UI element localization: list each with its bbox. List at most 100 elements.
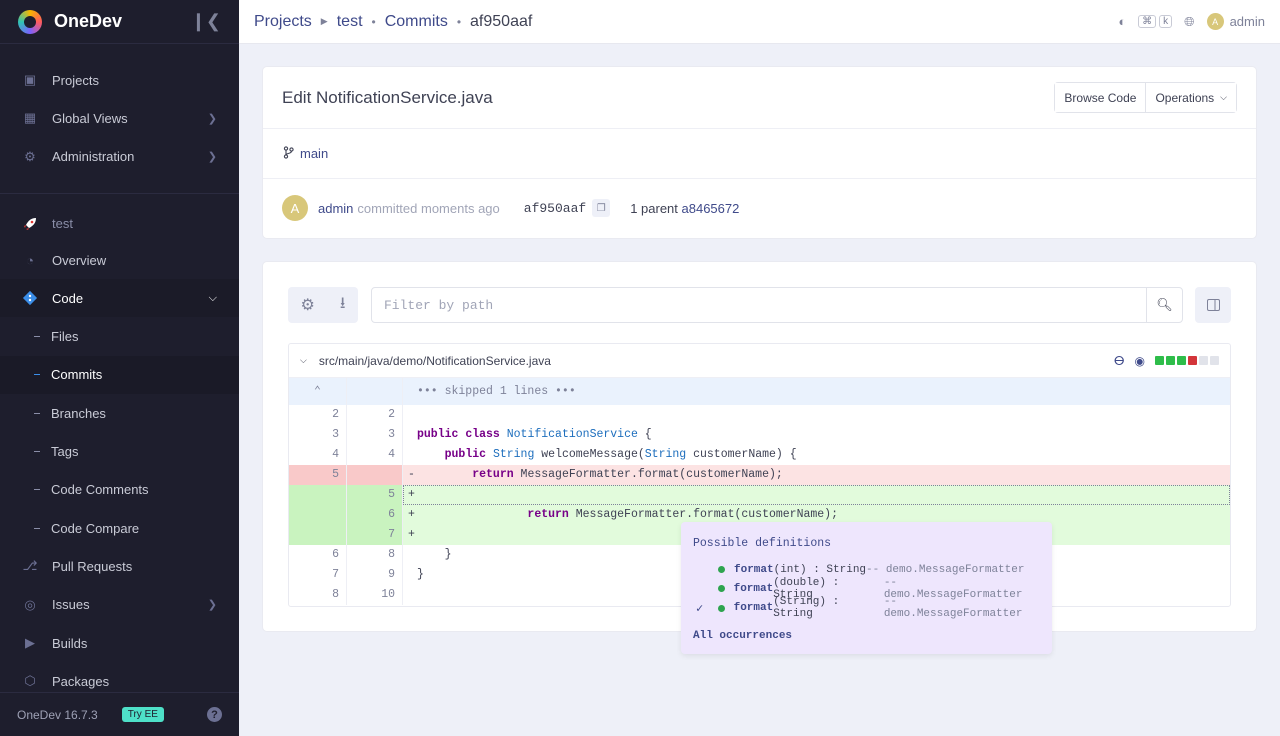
new-line-number: 10 bbox=[346, 585, 403, 605]
author-name[interactable]: admin bbox=[318, 201, 353, 216]
commit-icon[interactable]: ⴱ bbox=[1114, 354, 1125, 368]
project-header[interactable]: test bbox=[0, 207, 239, 241]
commit-meta: A admin committed moments ago af950aaf ❐… bbox=[263, 179, 1256, 237]
diff-toolbar: ⚙ ⭳ 🔍︎ bbox=[288, 287, 1231, 323]
definition-name: format bbox=[734, 563, 774, 576]
sidebar: OneDev ❙❮ ▣ Projects ▦ Global Views ❯ ⚙ … bbox=[0, 0, 239, 736]
sidebar-item-overview[interactable]: ◔ Overview bbox=[0, 241, 239, 279]
line-number-blank bbox=[346, 378, 403, 405]
sidebar-item-issues[interactable]: ◎ Issues ❯ bbox=[0, 586, 239, 624]
grid-icon: ▦ bbox=[23, 110, 37, 126]
sidebar-item-pull-requests[interactable]: ⎇ Pull Requests bbox=[0, 547, 239, 585]
download-icon[interactable]: ⭳ bbox=[340, 292, 346, 319]
new-line-number bbox=[346, 465, 403, 485]
sidebar-item-administration[interactable]: ⚙ Administration ❯ bbox=[0, 138, 239, 176]
project-nav: ◔ Overview Code ⌵ Files Commits Branches… bbox=[0, 241, 239, 701]
new-line-number: 8 bbox=[346, 545, 403, 565]
sidebar-item-label: Branches bbox=[51, 405, 106, 421]
old-line-number bbox=[289, 485, 346, 505]
sidebar-item-branches[interactable]: Branches bbox=[0, 394, 239, 432]
sidebar-item-code[interactable]: Code ⌵ bbox=[0, 279, 239, 318]
help-icon[interactable]: ? bbox=[207, 707, 222, 722]
added-line[interactable]: 5 + bbox=[289, 485, 1230, 505]
gear-icon[interactable]: ⚙ bbox=[301, 295, 315, 315]
gauge-icon: ◔ bbox=[26, 252, 34, 268]
operations-button[interactable]: Operations ⌵ bbox=[1145, 83, 1236, 112]
search-icon[interactable]: 🔍︎ bbox=[1146, 288, 1182, 322]
sidebar-item-label: Code Compare bbox=[51, 520, 140, 536]
context-line[interactable]: 3 3 public class NotificationService { bbox=[289, 425, 1230, 445]
sidebar-item-label: Overview bbox=[52, 252, 107, 268]
browse-code-button[interactable]: Browse Code bbox=[1055, 83, 1146, 112]
parent-label: 1 parent bbox=[630, 200, 678, 216]
author-avatar[interactable]: A bbox=[282, 195, 308, 221]
definition-item[interactable]: ✓ format (String) : String -- demo.Message… bbox=[693, 596, 1040, 621]
skipped-lines-label: ••• skipped 1 lines ••• bbox=[417, 385, 576, 398]
sidebar-item-label: Administration bbox=[52, 149, 135, 165]
file-diff-header: ⌵ src/main/java/demo/NotificationService… bbox=[289, 344, 1230, 378]
filter-path-input[interactable] bbox=[372, 288, 1146, 322]
version-label: OneDev 16.7.3 bbox=[17, 707, 98, 722]
issue-icon: ◎ bbox=[24, 596, 36, 612]
parent-hash-link[interactable]: a8465672 bbox=[682, 201, 740, 216]
sidebar-item-label: Pull Requests bbox=[52, 558, 133, 574]
deleted-line[interactable]: 5 - return MessageFormatter.format(custom… bbox=[289, 465, 1230, 485]
globe-icon[interactable]: 🌐︎ bbox=[1184, 14, 1194, 30]
filter-box: 🔍︎ bbox=[371, 287, 1183, 323]
user-menu[interactable]: A admin bbox=[1206, 13, 1265, 30]
sidebar-item-label: Global Views bbox=[52, 110, 128, 126]
sidebar-item-global-views[interactable]: ▦ Global Views ❯ bbox=[0, 99, 239, 137]
old-line-number bbox=[289, 505, 346, 525]
chevron-down-icon[interactable]: ⌵ bbox=[300, 355, 307, 366]
sidebar-footer: OneDev 16.7.3 Try EE ? bbox=[0, 692, 239, 736]
commit-hash: af950aaf bbox=[523, 200, 587, 216]
branch-icon bbox=[283, 145, 294, 162]
sidebar-item-builds[interactable]: ▶ Builds bbox=[0, 624, 239, 662]
chevron-right-icon: ❯ bbox=[207, 112, 217, 125]
file-actions: ⴱ ◉ bbox=[1114, 354, 1219, 368]
method-icon bbox=[717, 585, 725, 593]
popover-title: Possible definitions bbox=[693, 537, 832, 550]
collapse-sidebar-icon[interactable]: ❙❮ bbox=[191, 11, 221, 32]
breadcrumb-commits[interactable]: Commits bbox=[385, 13, 448, 31]
onedev-logo-icon[interactable] bbox=[18, 9, 42, 34]
definition-signature: (String) : String bbox=[773, 596, 840, 621]
expand-up-icon[interactable]: ⌃ bbox=[289, 378, 346, 405]
file-path[interactable]: src/main/java/demo/NotificationService.j… bbox=[319, 354, 551, 368]
topbar-actions: ◐ ⌘ k 🌐︎ A admin bbox=[1118, 13, 1265, 30]
definition-package: -- demo.MessageFormatter bbox=[866, 563, 1025, 576]
new-line-number: 3 bbox=[346, 425, 403, 445]
eye-icon[interactable]: ◉ bbox=[1135, 354, 1145, 368]
line-code: public class NotificationService { bbox=[417, 428, 652, 441]
all-occurrences-link[interactable]: All occurrences bbox=[693, 630, 1040, 642]
context-line[interactable]: 22 bbox=[289, 405, 1230, 425]
try-ee-badge[interactable]: Try EE bbox=[121, 707, 164, 722]
sidebar-item-files[interactable]: Files bbox=[0, 317, 239, 355]
brand: OneDev ❙❮ bbox=[0, 0, 239, 44]
sidebar-item-code-compare[interactable]: Code Compare bbox=[0, 509, 239, 547]
chevron-right-icon: ❯ bbox=[207, 151, 217, 164]
avatar: A bbox=[1206, 13, 1224, 30]
skipped-lines-row[interactable]: ⌃ ••• skipped 1 lines ••• bbox=[289, 378, 1230, 405]
copy-icon[interactable]: ❐ bbox=[592, 199, 611, 217]
toggle-tree-icon[interactable] bbox=[1195, 287, 1231, 323]
new-line-number: 2 bbox=[346, 405, 403, 425]
sidebar-item-tags[interactable]: Tags bbox=[0, 432, 239, 470]
context-line[interactable]: 44 public String welcomeMessage(String c… bbox=[289, 445, 1230, 465]
commit-actions: Browse Code Operations ⌵ bbox=[1054, 82, 1237, 113]
sidebar-item-projects[interactable]: ▣ Projects bbox=[0, 61, 239, 99]
definition-name: format bbox=[733, 602, 774, 615]
breadcrumb-project[interactable]: test bbox=[337, 13, 363, 31]
breadcrumb-projects[interactable]: Projects bbox=[254, 13, 312, 31]
user-name: admin bbox=[1229, 14, 1265, 29]
package-icon: ⬡ bbox=[24, 673, 36, 689]
theme-toggle-icon[interactable]: ◐ bbox=[1118, 14, 1126, 29]
definition-package: -- demo.MessageFormatter bbox=[883, 596, 1023, 621]
bullet-dash bbox=[34, 336, 40, 338]
sidebar-item-code-comments[interactable]: Code Comments bbox=[0, 471, 239, 509]
commit-branch[interactable]: main bbox=[263, 129, 1256, 179]
gear-icon: ⚙ bbox=[24, 148, 36, 164]
sidebar-item-label: Commits bbox=[51, 367, 103, 383]
sidebar-item-commits[interactable]: Commits bbox=[0, 355, 239, 395]
command-palette-shortcut[interactable]: ⌘ k bbox=[1138, 15, 1173, 28]
